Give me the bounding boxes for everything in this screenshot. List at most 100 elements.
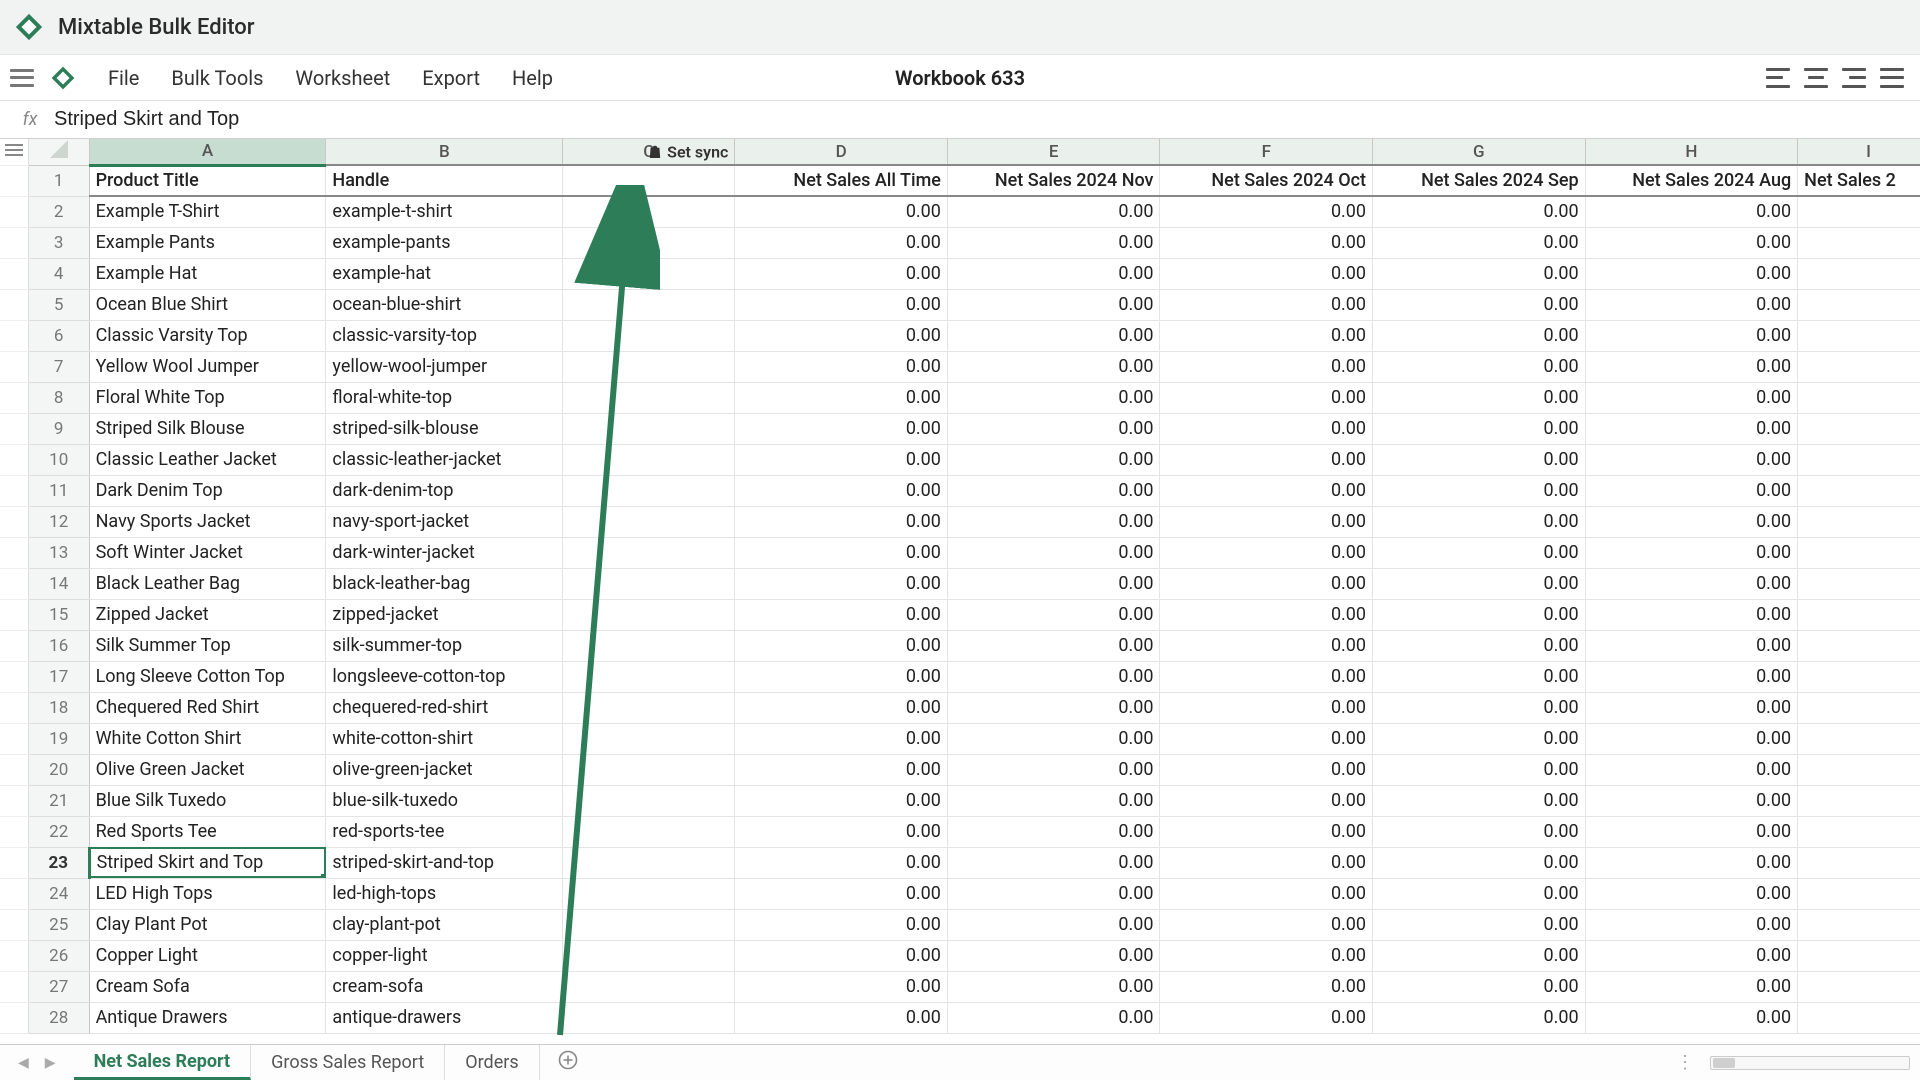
cell-net-cutoff[interactable] <box>1798 692 1920 723</box>
cell-col-c[interactable] <box>563 568 735 599</box>
align-left-icon[interactable] <box>1766 68 1790 88</box>
cell-handle[interactable]: navy-sport-jacket <box>326 506 563 537</box>
row-header[interactable]: 27 <box>28 971 89 1002</box>
cell-net-cutoff[interactable] <box>1798 1002 1920 1033</box>
cell-net-oct[interactable]: 0.00 <box>1160 847 1373 878</box>
cell-net-nov[interactable]: 0.00 <box>947 909 1160 940</box>
cell-net-nov[interactable]: 0.00 <box>947 940 1160 971</box>
cell-net-nov[interactable]: 0.00 <box>947 444 1160 475</box>
cell-product-title[interactable]: Classic Leather Jacket <box>89 444 326 475</box>
cell-net-cutoff[interactable] <box>1798 661 1920 692</box>
cell-col-c[interactable] <box>563 258 735 289</box>
cell-product-title[interactable]: Clay Plant Pot <box>89 909 326 940</box>
cell-net-cutoff[interactable] <box>1798 723 1920 754</box>
set-sync-button[interactable]: Set sync <box>647 142 728 161</box>
cell-handle[interactable]: classic-leather-jacket <box>326 444 563 475</box>
cell-handle[interactable]: copper-light <box>326 940 563 971</box>
cell-net-oct[interactable]: 0.00 <box>1160 785 1373 816</box>
row-header[interactable]: 8 <box>28 382 89 413</box>
cell-net-aug[interactable]: 0.00 <box>1585 909 1798 940</box>
cell-net-aug[interactable]: 0.00 <box>1585 723 1798 754</box>
cell-net-cutoff[interactable] <box>1798 475 1920 506</box>
row-header[interactable]: 13 <box>28 537 89 568</box>
menu-worksheet[interactable]: Worksheet <box>279 60 406 96</box>
cell-handle[interactable]: clay-plant-pot <box>326 909 563 940</box>
cell-net-all-time[interactable]: 0.00 <box>735 475 948 506</box>
cell-net-sep[interactable]: 0.00 <box>1373 537 1586 568</box>
cell-net-oct[interactable]: 0.00 <box>1160 382 1373 413</box>
cell-handle[interactable]: blue-silk-tuxedo <box>326 785 563 816</box>
cell-net-aug[interactable]: 0.00 <box>1585 971 1798 1002</box>
cell-net-nov[interactable]: 0.00 <box>947 475 1160 506</box>
cell-net-aug[interactable]: 0.00 <box>1585 227 1798 258</box>
cell-net-all-time[interactable]: 0.00 <box>735 1002 948 1033</box>
gutter-icon[interactable] <box>0 139 28 165</box>
tab-next-icon[interactable]: ▶ <box>39 1055 62 1071</box>
cell-net-oct[interactable]: 0.00 <box>1160 568 1373 599</box>
cell-col-c[interactable] <box>563 630 735 661</box>
cell-net-oct[interactable]: 0.00 <box>1160 444 1373 475</box>
cell-handle[interactable]: led-high-tops <box>326 878 563 909</box>
cell-net-all-time[interactable]: 0.00 <box>735 289 948 320</box>
cell-net-sep[interactable]: 0.00 <box>1373 196 1586 227</box>
row-header[interactable]: 25 <box>28 909 89 940</box>
header-net-sales-oct[interactable]: Net Sales 2024 Oct <box>1160 165 1373 196</box>
cell-net-cutoff[interactable] <box>1798 537 1920 568</box>
cell-product-title[interactable]: Example Hat <box>89 258 326 289</box>
menu-bulk-tools[interactable]: Bulk Tools <box>155 60 279 96</box>
cell-net-oct[interactable]: 0.00 <box>1160 692 1373 723</box>
cell-net-all-time[interactable]: 0.00 <box>735 258 948 289</box>
col-header-A[interactable]: A <box>89 139 326 165</box>
row-header[interactable]: 9 <box>28 413 89 444</box>
cell-product-title[interactable]: Example T-Shirt <box>89 196 326 227</box>
cell-col-c[interactable] <box>563 289 735 320</box>
cell-net-cutoff[interactable] <box>1798 599 1920 630</box>
row-header[interactable]: 6 <box>28 320 89 351</box>
sheet-tab-gross-sales[interactable]: Gross Sales Report <box>251 1045 445 1080</box>
cell-col-c[interactable] <box>563 196 735 227</box>
cell-product-title[interactable]: Zipped Jacket <box>89 599 326 630</box>
cell-col-c[interactable] <box>563 723 735 754</box>
cell-col-c[interactable] <box>563 227 735 258</box>
select-all-corner[interactable] <box>28 139 89 165</box>
header-product-title[interactable]: Product Title <box>89 165 326 196</box>
cell-net-cutoff[interactable] <box>1798 289 1920 320</box>
header-net-sales-cutoff[interactable]: Net Sales 2 <box>1798 165 1920 196</box>
row-header[interactable]: 16 <box>28 630 89 661</box>
cell-net-nov[interactable]: 0.00 <box>947 847 1160 878</box>
header-col-c[interactable] <box>563 165 735 196</box>
cell-handle[interactable]: floral-white-top <box>326 382 563 413</box>
cell-net-oct[interactable]: 0.00 <box>1160 971 1373 1002</box>
cell-net-cutoff[interactable] <box>1798 382 1920 413</box>
cell-net-sep[interactable]: 0.00 <box>1373 661 1586 692</box>
cell-net-all-time[interactable]: 0.00 <box>735 320 948 351</box>
cell-product-title[interactable]: Copper Light <box>89 940 326 971</box>
cell-net-aug[interactable]: 0.00 <box>1585 661 1798 692</box>
cell-handle[interactable]: example-hat <box>326 258 563 289</box>
cell-net-aug[interactable]: 0.00 <box>1585 258 1798 289</box>
cell-product-title[interactable]: Yellow Wool Jumper <box>89 351 326 382</box>
cell-net-cutoff[interactable] <box>1798 971 1920 1002</box>
cell-product-title[interactable]: Classic Varsity Top <box>89 320 326 351</box>
cell-net-cutoff[interactable] <box>1798 351 1920 382</box>
cell-net-cutoff[interactable] <box>1798 568 1920 599</box>
cell-handle[interactable]: red-sports-tee <box>326 816 563 847</box>
cell-net-aug[interactable]: 0.00 <box>1585 816 1798 847</box>
cell-handle[interactable]: silk-summer-top <box>326 630 563 661</box>
cell-col-c[interactable] <box>563 506 735 537</box>
cell-net-oct[interactable]: 0.00 <box>1160 909 1373 940</box>
cell-net-cutoff[interactable] <box>1798 847 1920 878</box>
cell-col-c[interactable] <box>563 940 735 971</box>
cell-net-all-time[interactable]: 0.00 <box>735 444 948 475</box>
cell-net-sep[interactable]: 0.00 <box>1373 227 1586 258</box>
cell-handle[interactable]: white-cotton-shirt <box>326 723 563 754</box>
cell-net-all-time[interactable]: 0.00 <box>735 878 948 909</box>
row-header-1[interactable]: 1 <box>28 165 89 196</box>
sheet-options-icon[interactable]: ⋮ <box>1670 1052 1702 1073</box>
cell-net-aug[interactable]: 0.00 <box>1585 630 1798 661</box>
cell-net-sep[interactable]: 0.00 <box>1373 754 1586 785</box>
cell-net-nov[interactable]: 0.00 <box>947 630 1160 661</box>
col-header-C[interactable]: C Set sync <box>563 139 735 165</box>
cell-handle[interactable]: chequered-red-shirt <box>326 692 563 723</box>
cell-net-cutoff[interactable] <box>1798 754 1920 785</box>
